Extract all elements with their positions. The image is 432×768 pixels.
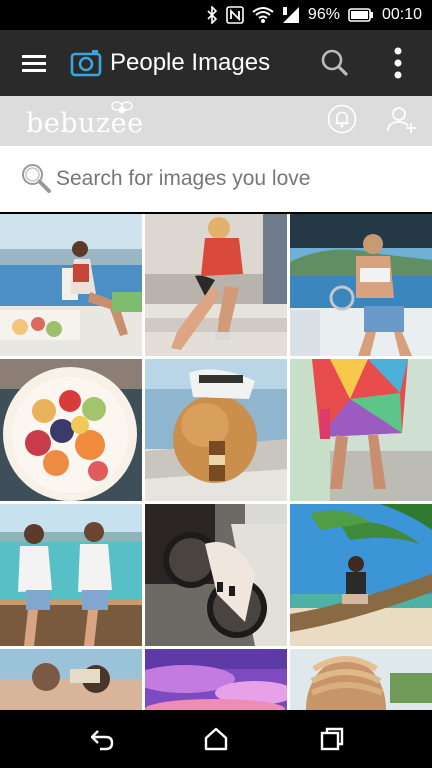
camera-app-icon xyxy=(70,47,102,79)
back-icon[interactable] xyxy=(88,725,116,753)
bebuzee-logo: bebuzee xyxy=(26,108,144,139)
nfc-icon xyxy=(226,6,244,24)
home-icon[interactable] xyxy=(202,725,230,753)
image-tile[interactable] xyxy=(0,504,142,646)
bluetooth-icon xyxy=(206,6,218,24)
app-bar: People Images xyxy=(0,30,432,96)
image-tile[interactable] xyxy=(145,359,287,501)
image-tile[interactable] xyxy=(290,359,432,501)
image-grid xyxy=(0,214,432,710)
search-input[interactable]: Search for images you love xyxy=(56,167,310,191)
image-tile[interactable] xyxy=(145,649,287,710)
image-tile[interactable] xyxy=(145,504,287,646)
battery-icon xyxy=(348,8,374,22)
search-icon xyxy=(20,162,52,194)
search-icon[interactable] xyxy=(320,48,350,78)
page-title: People Images xyxy=(110,49,271,76)
image-tile[interactable] xyxy=(0,214,142,356)
image-tile[interactable] xyxy=(290,214,432,356)
image-tile[interactable] xyxy=(145,214,287,356)
signal-icon xyxy=(282,6,300,24)
image-tile[interactable] xyxy=(0,649,142,710)
image-tile[interactable] xyxy=(0,359,142,501)
battery-percent: 96% xyxy=(307,6,340,23)
clock: 00:10 xyxy=(381,6,422,23)
hamburger-menu-icon[interactable] xyxy=(20,49,48,77)
system-nav-bar xyxy=(0,710,432,768)
brand-bar: bebuzee xyxy=(0,96,432,146)
image-tile[interactable] xyxy=(290,504,432,646)
wifi-icon xyxy=(252,6,274,24)
add-user-icon[interactable] xyxy=(386,104,418,136)
search-bar[interactable]: Search for images you love xyxy=(0,146,432,212)
status-bar: 96% 00:10 xyxy=(0,0,432,30)
image-tile[interactable] xyxy=(290,649,432,710)
recents-icon[interactable] xyxy=(318,725,346,753)
bell-icon[interactable] xyxy=(327,104,357,134)
more-vert-icon[interactable] xyxy=(386,46,410,80)
